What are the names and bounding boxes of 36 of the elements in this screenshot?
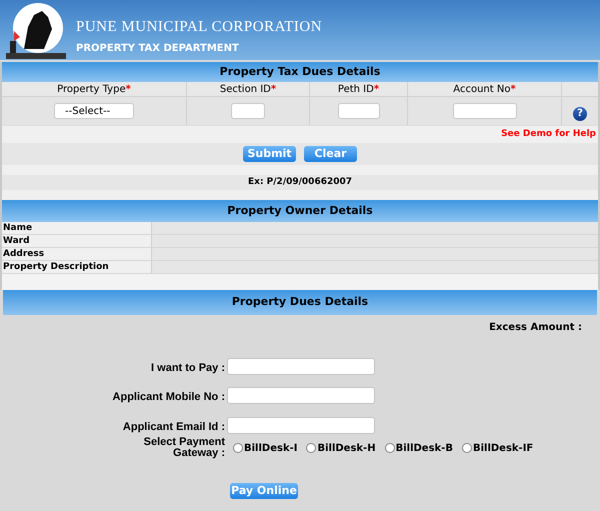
input-field[interactable] (231, 103, 265, 119)
field-label: Applicant Email Id : (122, 421, 225, 433)
gateway-label: Select Payment Gateway : (142, 437, 225, 459)
section-header: Property Owner Details (2, 200, 598, 222)
column-label: Property Type* (57, 82, 131, 96)
gateway-option[interactable]: BillDesk-IF (462, 440, 534, 456)
input-field[interactable] (227, 386, 375, 404)
field-label: Name (3, 222, 32, 234)
radio-button[interactable] (233, 443, 243, 453)
organization-title: PUNE MUNICIPAL CORPORATION (76, 18, 322, 36)
field-label: Address (3, 248, 44, 260)
gateway-option[interactable]: BillDesk-H (306, 440, 376, 456)
radio-button[interactable] (462, 443, 472, 453)
section-header: Property Dues Details (3, 290, 597, 315)
field-label: Property Description (3, 261, 109, 273)
field-label: I want to Pay : (151, 362, 225, 374)
input-field[interactable] (227, 416, 375, 434)
column-label: Section ID* (220, 82, 276, 96)
radio-button[interactable] (384, 443, 395, 453)
column-label: Peth ID* (338, 82, 380, 96)
input-field[interactable] (452, 103, 516, 119)
excess-amount-label: Excess Amount : (489, 321, 582, 335)
field-label: Ward (3, 235, 30, 247)
field-label: Applicant Mobile No : (112, 391, 225, 403)
section-header: Property Tax Dues Details (2, 62, 598, 82)
radio-button[interactable] (306, 443, 316, 453)
gateway-option[interactable]: BillDesk-I (233, 440, 298, 456)
column-label: Account No* (453, 82, 516, 96)
gateway-option[interactable]: BillDesk-B (384, 440, 453, 456)
help-link[interactable]: See Demo for Help (501, 128, 596, 142)
input-field[interactable] (338, 103, 380, 119)
example-text: Ex: P/2/09/00662007 (248, 176, 352, 189)
department-subtitle: PROPERTY TAX DEPARTMENT (76, 42, 240, 56)
property-type-dropdown[interactable]: --Select-- (54, 103, 134, 119)
input-field[interactable] (227, 358, 375, 374)
help-icon[interactable]: ? (573, 107, 587, 121)
